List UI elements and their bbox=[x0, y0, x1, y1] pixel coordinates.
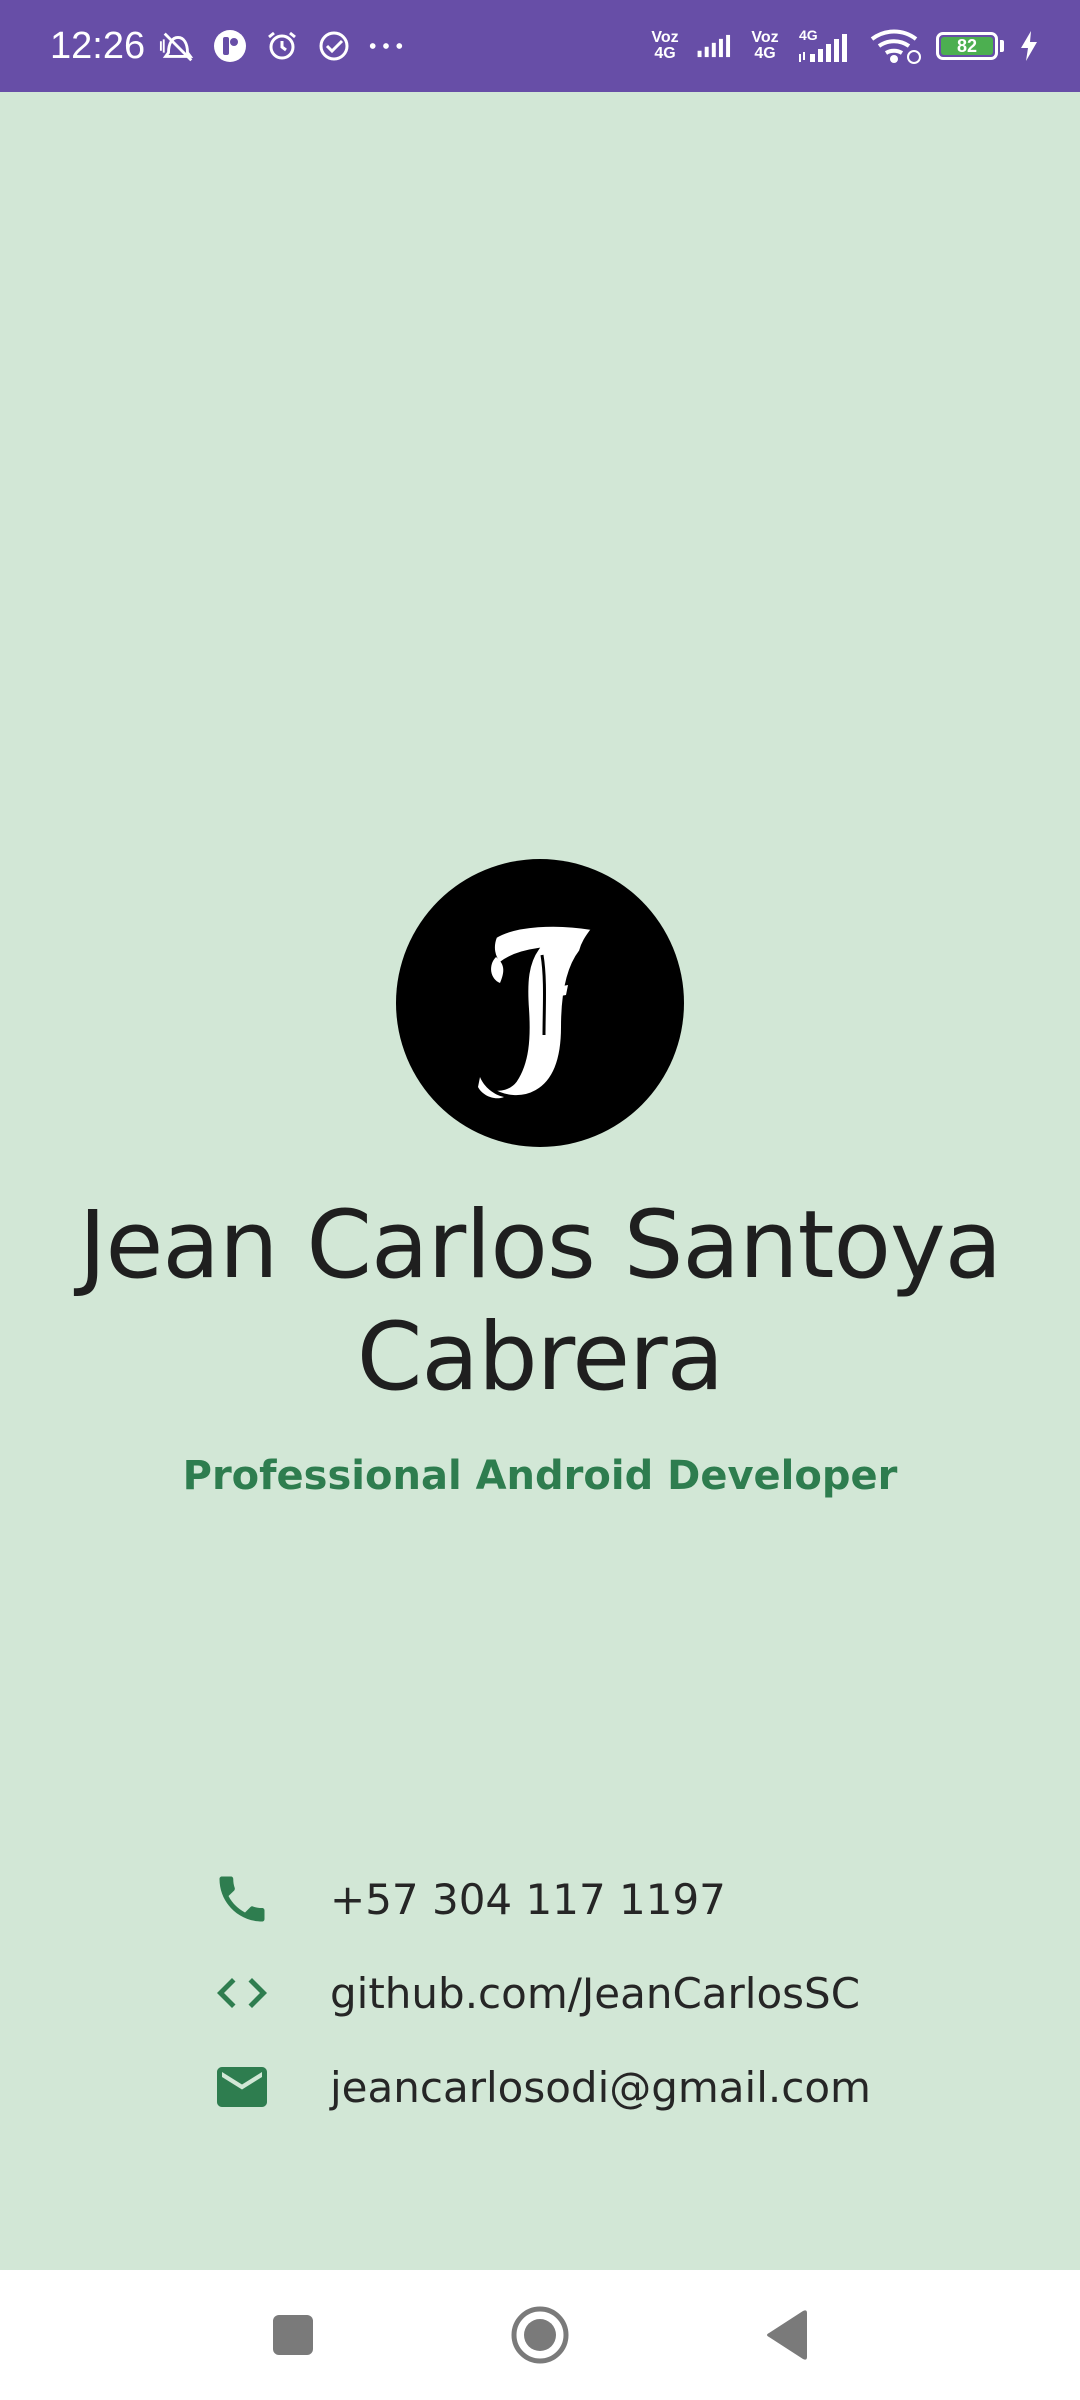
status-bar-right: Voz 4G Voz 4G 4G 82 bbox=[648, 27, 1040, 65]
home-icon bbox=[511, 2306, 569, 2364]
profile-name: Jean Carlos Santoya Cabrera bbox=[40, 1190, 1040, 1414]
muted-vibrate-icon bbox=[159, 27, 197, 65]
email-icon bbox=[206, 2051, 278, 2123]
battery-level: 82 bbox=[941, 36, 993, 56]
network-label-2-top: Voz bbox=[751, 29, 779, 46]
contact-github: github.com/JeanCarlosSC bbox=[330, 1968, 861, 2018]
battery-body: 82 bbox=[936, 32, 998, 60]
check-circle-icon bbox=[315, 27, 353, 65]
contact-github-row: github.com/JeanCarlosSC bbox=[206, 1946, 871, 2040]
navigation-bar bbox=[0, 2270, 1080, 2400]
contact-email: jeancarlosodi@gmail.com bbox=[330, 2062, 871, 2112]
back-icon bbox=[767, 2310, 807, 2360]
battery-tip bbox=[1000, 40, 1004, 52]
back-button[interactable] bbox=[752, 2300, 822, 2370]
more-notifications-icon bbox=[367, 27, 405, 65]
profile-name-line2: Cabrera bbox=[356, 1303, 725, 1412]
app-notification-icon bbox=[211, 27, 249, 65]
blackletter-j-logo bbox=[478, 924, 594, 1099]
contact-phone: +57 304 117 1197 bbox=[330, 1874, 726, 1924]
network-label-1: Voz 4G bbox=[648, 30, 682, 62]
recents-icon bbox=[273, 2315, 313, 2355]
signal-strength-2-icon: 4G bbox=[796, 27, 856, 65]
recents-button[interactable] bbox=[258, 2300, 328, 2370]
wifi-icon bbox=[870, 27, 922, 65]
network-label-1-bottom: 4G bbox=[654, 45, 676, 62]
network-label-3: 4G bbox=[799, 28, 818, 43]
contact-list: +57 304 117 1197 github.com/JeanCarlosSC… bbox=[206, 1852, 871, 2134]
charging-icon bbox=[1018, 27, 1040, 65]
profile-name-line1: Jean Carlos Santoya bbox=[78, 1191, 1002, 1300]
signal-strength-icon bbox=[696, 27, 734, 65]
status-time: 12:26 bbox=[50, 24, 146, 67]
network-label-2-bottom: 4G bbox=[754, 45, 776, 62]
contact-email-row: jeancarlosodi@gmail.com bbox=[206, 2040, 871, 2134]
code-icon bbox=[206, 1957, 278, 2029]
avatar bbox=[396, 859, 684, 1147]
phone-icon bbox=[206, 1863, 278, 1935]
profile-title: Professional Android Developer bbox=[182, 1453, 898, 1499]
network-label-1-top: Voz bbox=[651, 29, 679, 46]
status-bar: 12:26 Voz 4G Voz 4G 4G 82 bbox=[0, 0, 1080, 92]
status-bar-left: 12:26 bbox=[50, 25, 405, 68]
home-button[interactable] bbox=[505, 2300, 575, 2370]
contact-phone-row: +57 304 117 1197 bbox=[206, 1852, 871, 1946]
network-label-2: Voz 4G bbox=[748, 30, 782, 62]
battery-indicator: 82 bbox=[936, 32, 1004, 60]
alarm-icon bbox=[263, 27, 301, 65]
